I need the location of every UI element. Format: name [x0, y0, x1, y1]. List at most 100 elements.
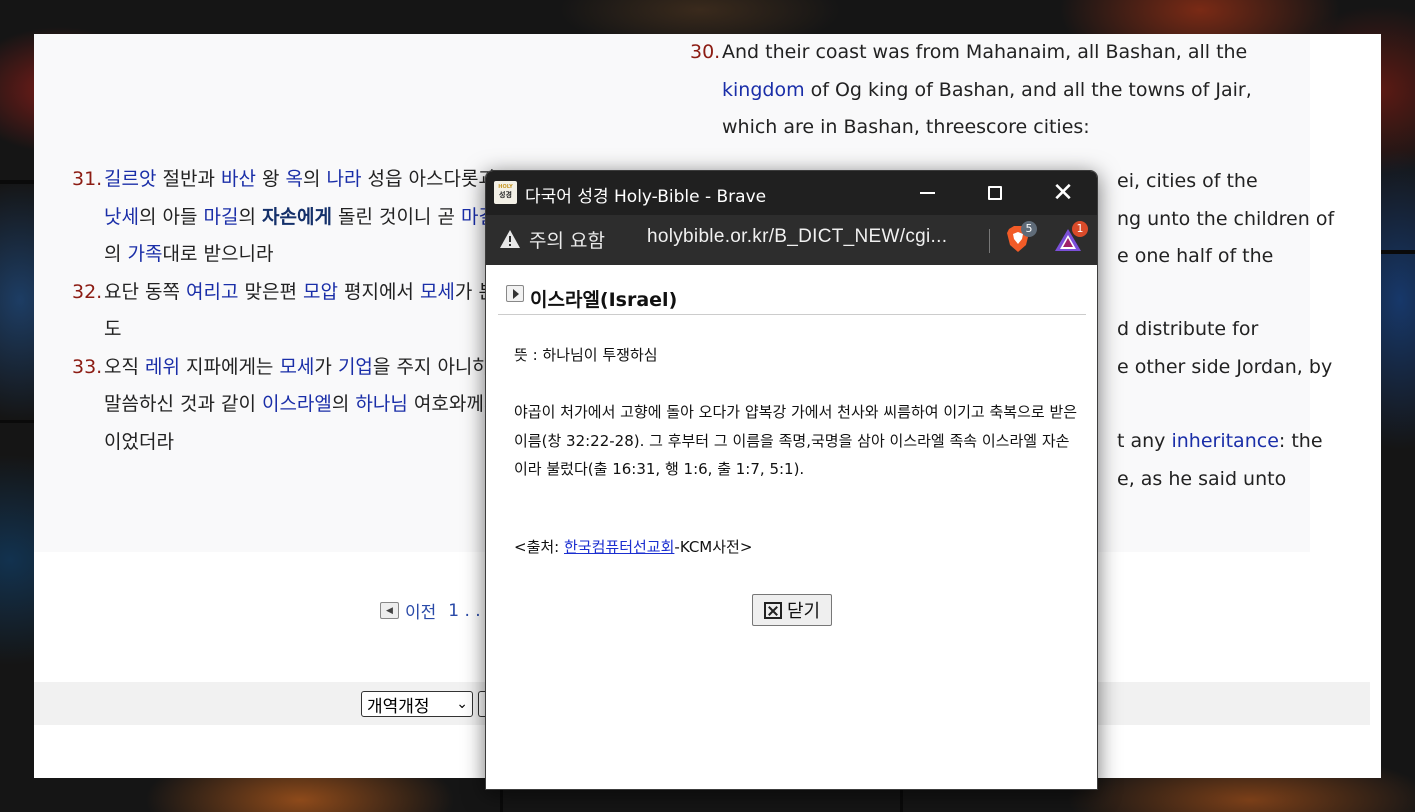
security-warning[interactable]: 주의 요함 — [529, 226, 605, 253]
rewards-count-badge: 1 — [1072, 221, 1088, 237]
divider — [498, 314, 1086, 315]
app-icon: HOLY 성경 — [494, 181, 517, 204]
verse-line: which are in Bashan, threescore cities: — [722, 116, 1090, 138]
verse-segment: 성읍 아스다롯과 — [361, 168, 496, 190]
verse-segment: 의 아들 — [138, 205, 204, 228]
verse-33: 33. 오직 레위 지파에게는 모세가 기업을 주지 아니하였말씀하신 것과 같이… — [72, 349, 512, 462]
close-box-icon — [763, 601, 782, 619]
verse-fragment: e other side Jordan, by — [1117, 356, 1333, 378]
shields-count-badge: 5 — [1021, 221, 1037, 237]
dictionary-content: 이스라엘(Israel) 뜻 : 하나님이 투쟁하심 야곱이 처가에서 고향에 … — [486, 265, 1097, 789]
minimize-button[interactable] — [904, 171, 950, 215]
word-link[interactable]: 하나님 — [355, 393, 407, 415]
verse-text: 길르앗 절반과 바산 왕 옥의 나라 성읍 아스다롯과 낫세의 아들 마길의 자손… — [104, 161, 512, 274]
verse-segment: 지파에게는 — [179, 355, 280, 378]
word-link-kingdom[interactable]: kingdom — [722, 79, 805, 101]
close-label: 닫기 — [786, 601, 821, 622]
word-link[interactable]: 모세 — [420, 281, 455, 303]
verse-fragment: ng unto the children of — [1117, 208, 1335, 230]
verse-number: 31. — [72, 168, 103, 190]
verse-line: And their coast was from Mahanaim, all B… — [722, 41, 1248, 63]
verse-text: And their coast was from Mahanaim, all B… — [722, 34, 1310, 147]
word-link[interactable]: 마길 — [204, 206, 239, 228]
word-link[interactable]: 옥 — [286, 168, 303, 190]
entry-title: 이스라엘(Israel) — [530, 289, 678, 311]
verse-fragment: t any inheritance: the — [1117, 423, 1323, 461]
maximize-button[interactable] — [972, 171, 1018, 215]
verse-line: 길르앗 절반과 바산 왕 옥의 나라 성읍 아스다롯과 — [104, 168, 496, 190]
verse-segment: 대로 받으니라 — [162, 243, 274, 265]
prev-link[interactable]: 이전 — [405, 598, 436, 623]
verse-fragment: e one half of the — [1117, 245, 1274, 267]
verse-31: 31. 길르앗 절반과 바산 왕 옥의 나라 성읍 아스다롯과 낫세의 아들 마길의… — [72, 161, 512, 274]
source-suffix: -KCM사전> — [674, 538, 753, 556]
word-link-inheritance[interactable]: inheritance — [1171, 430, 1278, 452]
source-prefix: <출처: — [514, 538, 564, 556]
verse-segment: 의 — [331, 393, 356, 415]
word-link[interactable]: 모세 — [279, 356, 314, 378]
word-link[interactable]: 레위 — [145, 356, 180, 378]
word-link[interactable]: 가족 — [128, 243, 163, 265]
maximize-icon — [988, 186, 1002, 200]
verse-line: 말씀하신 것과 같이 이스라엘의 하나님 여호와께서 — [104, 393, 501, 415]
page-link[interactable]: 1 . . — [448, 601, 480, 621]
entry-source: <출처: 한국컴퓨터선교회-KCM사전> — [514, 536, 752, 557]
word-link[interactable]: 기업 — [338, 356, 373, 378]
verse-line: 낫세의 아들 마길의 자손에게 돌린 것이니 곧 마길 — [104, 206, 496, 228]
word-link[interactable]: 자손에게 — [262, 206, 332, 228]
verse-line: 오직 레위 지파에게는 모세가 기업을 주지 아니하였 — [104, 356, 507, 378]
verse-text: : the — [1278, 430, 1323, 452]
play-icon[interactable] — [506, 285, 524, 302]
source-link[interactable]: 한국컴퓨터선교회 — [564, 538, 674, 556]
verse-number: 33. — [72, 355, 103, 378]
close-icon: ✕ — [1052, 178, 1074, 208]
divider — [989, 229, 990, 253]
verse-segment: 요단 동쪽 — [104, 280, 186, 303]
version-select-value: 개역개정 — [367, 696, 430, 717]
verse-line: 요단 동쪽 여리고 맞은편 모압 평지에서 모세가 분배 — [104, 281, 513, 303]
word-link[interactable]: 낫세 — [104, 206, 139, 228]
verse-line: 도 — [104, 318, 121, 340]
word-link[interactable]: 여리고 — [186, 281, 238, 303]
verse-fragment: ei, cities of the — [1117, 170, 1258, 192]
close-button[interactable]: 닫기 — [752, 594, 832, 626]
verse-segment: 말씀하신 것과 같이 — [104, 393, 262, 415]
verse-segment: 오직 — [104, 355, 145, 378]
verse-32: 32.요단 동쪽 여리고 맞은편 모압 평지에서 모세가 분배도 — [72, 274, 513, 349]
window-title: 다국어 성경 Holy-Bible - Brave — [525, 187, 767, 207]
verse-segment: 이었더라 — [104, 430, 174, 453]
verse-segment: 절반과 — [156, 168, 221, 190]
verse-number: 30. — [690, 41, 721, 63]
word-link[interactable]: 나라 — [327, 168, 362, 190]
address-bar[interactable]: 주의 요함 holybible.or.kr/B_DICT_NEW/cgi... … — [486, 215, 1097, 265]
url-text[interactable]: holybible.or.kr/B_DICT_NEW/cgi... — [647, 226, 947, 248]
version-select[interactable]: 개역개정 ⌄ — [361, 691, 473, 717]
warning-icon — [500, 230, 520, 248]
entry-header: 이스라엘(Israel) — [506, 280, 677, 311]
verse-segment: 평지에서 — [337, 280, 420, 303]
verse-segment: 왕 — [255, 168, 286, 190]
app-icon-text: 성경 — [499, 191, 512, 199]
verse-segment: 의 — [238, 205, 262, 228]
verse-segment: 의 — [104, 243, 128, 265]
prev-arrow-icon[interactable]: ◀ — [380, 602, 399, 619]
dictionary-popup-window: HOLY 성경 다국어 성경 Holy-Bible - Brave ✕ 주의 요… — [485, 170, 1098, 790]
word-link[interactable]: 이스라엘 — [262, 393, 332, 415]
word-link[interactable]: 바산 — [221, 168, 256, 190]
verse-segment: 돌린 것이니 곧 — [331, 205, 461, 228]
word-link[interactable]: 모압 — [303, 281, 338, 303]
minimize-icon — [919, 192, 935, 194]
verse-fragment: d distribute for — [1117, 318, 1259, 340]
verse-line: of Og king of Bashan, and all the towns … — [804, 78, 1252, 101]
verse-segment: 맞은편 — [238, 280, 303, 303]
verse-text: 오직 레위 지파에게는 모세가 기업을 주지 아니하였말씀하신 것과 같이 이스… — [104, 349, 512, 462]
chevron-down-icon: ⌄ — [456, 696, 468, 712]
verse-segment: 도 — [104, 318, 122, 340]
close-window-button[interactable]: ✕ — [1040, 171, 1086, 215]
entry-description: 야곱이 처가에서 고향에 돌아 오다가 얍복강 가에서 천사와 씨름하여 이기고… — [514, 403, 1078, 478]
app-icon-label: HOLY — [498, 184, 513, 190]
word-link[interactable]: 길르앗 — [104, 168, 156, 190]
verse-number: 32. — [72, 280, 103, 303]
verse-line: 의 가족대로 받으니라 — [104, 243, 273, 265]
verse-30: 30. And their coast was from Mahanaim, a… — [690, 34, 1310, 147]
